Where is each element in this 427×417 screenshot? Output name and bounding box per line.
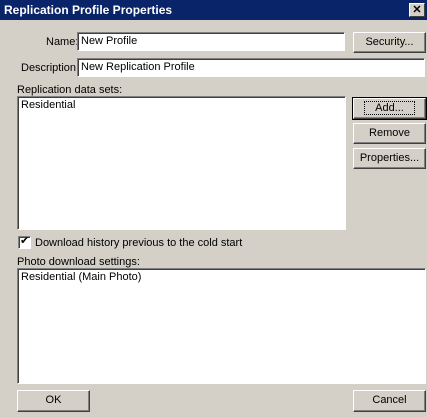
add-button[interactable]: Add... bbox=[352, 97, 427, 120]
name-label: Name: bbox=[46, 36, 79, 48]
close-icon[interactable]: ✕ bbox=[409, 3, 425, 17]
datasets-list[interactable]: Residential bbox=[17, 96, 346, 230]
title-bar[interactable]: Replication Profile Properties ✕ bbox=[0, 0, 427, 20]
security-button[interactable]: Security... bbox=[353, 32, 426, 53]
checkmark-icon: ✔ bbox=[20, 235, 30, 247]
photo-settings-list[interactable]: Residential (Main Photo) bbox=[17, 268, 426, 384]
description-field[interactable]: New Replication Profile bbox=[77, 58, 425, 77]
datasets-label: Replication data sets: bbox=[17, 84, 123, 96]
cancel-button[interactable]: Cancel bbox=[353, 390, 426, 412]
dialog-title: Replication Profile Properties bbox=[4, 3, 173, 17]
download-history-checkbox[interactable]: ✔ bbox=[18, 235, 31, 249]
list-item[interactable]: Residential bbox=[21, 99, 342, 112]
add-button-label: Add... bbox=[364, 101, 415, 115]
description-label: Description: bbox=[21, 62, 80, 74]
photo-settings-label: Photo download settings: bbox=[17, 256, 140, 268]
list-item[interactable]: Residential (Main Photo) bbox=[21, 271, 422, 284]
remove-button[interactable]: Remove bbox=[353, 123, 426, 144]
download-history-label: Download history previous to the cold st… bbox=[35, 237, 243, 249]
name-field[interactable]: New Profile bbox=[77, 32, 345, 51]
ok-button[interactable]: OK bbox=[17, 390, 90, 412]
replication-profile-dialog: Replication Profile Properties ✕ Name: N… bbox=[0, 0, 427, 417]
properties-button[interactable]: Properties... bbox=[353, 148, 426, 169]
